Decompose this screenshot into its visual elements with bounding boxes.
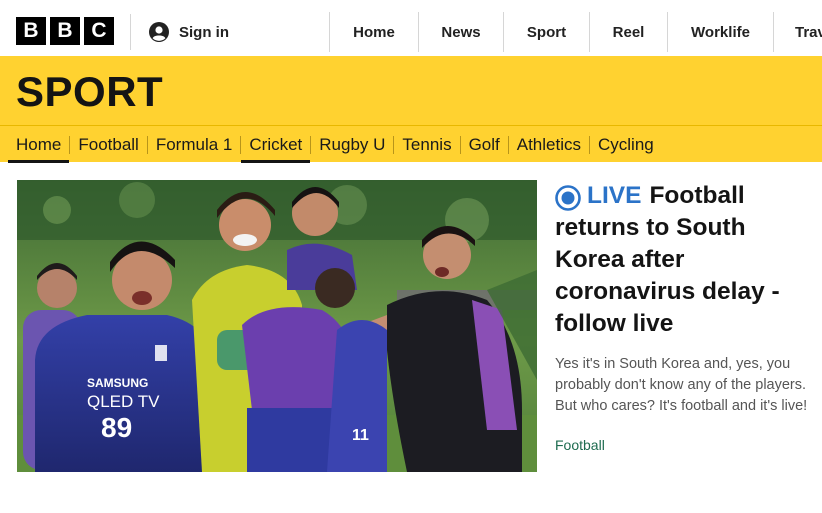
global-nav-reel[interactable]: Reel	[589, 12, 667, 52]
live-icon	[555, 184, 581, 211]
shirt-sponsor-text: SAMSUNG	[87, 376, 148, 390]
bbc-logo-letter: B	[16, 17, 46, 45]
live-badge: LIVE	[555, 180, 649, 212]
global-nav: Home News Sport Reel Worklife Trav	[329, 12, 822, 52]
live-label: LIVE	[587, 182, 642, 209]
global-nav-news[interactable]: News	[418, 12, 503, 52]
sport-nav: Home Football Formula 1 Cricket Rugby U …	[0, 126, 822, 163]
bbc-logo[interactable]: B B C	[16, 17, 114, 45]
top-story: LIVE Football returns to South Korea aft…	[555, 180, 810, 453]
global-nav-sport[interactable]: Sport	[503, 12, 589, 52]
global-nav-home[interactable]: Home	[329, 12, 418, 52]
bbc-logo-letter: C	[84, 17, 114, 45]
shirt-sponsor-text-2: QLED TV	[87, 392, 160, 411]
global-nav-travel[interactable]: Trav	[773, 12, 822, 52]
story-topic-link[interactable]: Football	[555, 437, 810, 453]
sport-nav-formula-1[interactable]: Formula 1	[148, 131, 241, 159]
story-summary: Yes it's in South Korea and, yes, you pr…	[555, 356, 808, 414]
global-nav-worklife[interactable]: Worklife	[667, 12, 773, 52]
story-headline[interactable]: LIVE Football returns to South Korea aft…	[555, 180, 810, 340]
sport-nav-home[interactable]: Home	[8, 131, 70, 163]
global-header: B B C Sign in Home News Sport Reel Workl…	[0, 0, 822, 56]
sport-nav-cycling[interactable]: Cycling	[590, 131, 662, 159]
shirt-number: 89	[101, 412, 132, 443]
sport-nav-tennis[interactable]: Tennis	[394, 131, 459, 159]
sport-nav-athletics[interactable]: Athletics	[509, 131, 589, 159]
sport-nav-rugby-union[interactable]: Rugby U	[311, 131, 393, 159]
shirt-number-secondary: 11	[352, 427, 369, 444]
sport-nav-cricket[interactable]: Cricket	[241, 131, 311, 163]
hero-photo: SAMSUNG QLED TV 89 11	[17, 180, 537, 472]
sport-header: SPORT	[0, 56, 822, 126]
user-icon	[149, 22, 169, 42]
sign-in-label: Sign in	[179, 23, 229, 41]
sport-nav-golf[interactable]: Golf	[461, 131, 508, 159]
bbc-logo-letter: B	[50, 17, 80, 45]
hero-image[interactable]: SAMSUNG QLED TV 89 11	[17, 180, 537, 472]
sport-nav-football[interactable]: Football	[70, 131, 146, 159]
sport-title[interactable]: SPORT	[16, 70, 163, 114]
sign-in-link[interactable]: Sign in	[130, 14, 229, 50]
